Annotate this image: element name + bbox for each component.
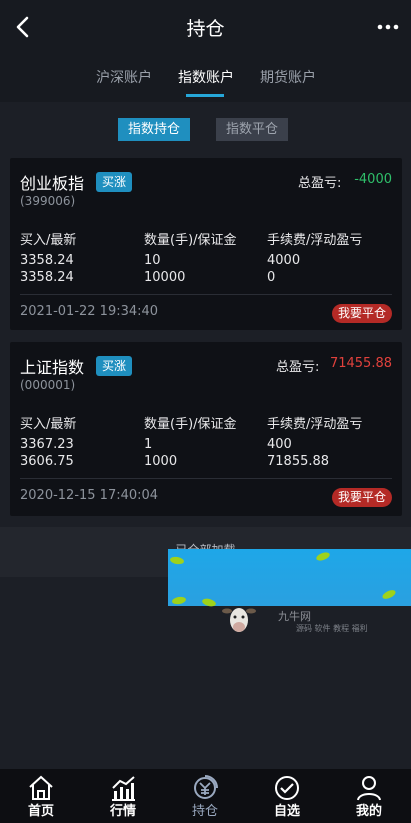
col-header-price: 买入/最新 — [20, 233, 77, 248]
buy-price: 3367.23 — [20, 437, 74, 452]
tab-hushen-account[interactable]: 沪深账户 — [96, 67, 152, 87]
nav-market[interactable]: 行情 — [82, 769, 164, 823]
leaf-decoration — [381, 588, 397, 601]
nav-label: 行情 — [109, 804, 136, 819]
col-header-price: 买入/最新 — [20, 417, 77, 432]
position-card: 创业板指 买涨 (399006) 总盈亏: -4000 买入/最新 数量(手)/… — [10, 158, 402, 330]
user-icon — [357, 776, 381, 801]
direction-badge: 买涨 — [96, 172, 133, 192]
floating-pl: 71855.88 — [267, 454, 330, 469]
watermark: 九牛网 源码 软件 教程 福利 — [222, 603, 411, 643]
leaf-decoration — [315, 550, 331, 563]
watermark-subtitle: 源码 软件 教程 福利 — [296, 624, 368, 633]
page-title: 持仓 — [186, 18, 225, 40]
buy-price: 3358.24 — [20, 253, 74, 268]
more-dots-icon — [377, 24, 399, 30]
margin: 1000 — [144, 454, 178, 469]
index-name: 上证指数 — [20, 358, 85, 377]
total-pl-label: 总盈亏: — [276, 360, 320, 375]
nav-positions[interactable]: 持仓 — [164, 769, 246, 823]
leaf-decoration — [171, 595, 187, 606]
subtab-index-holdings[interactable]: 指数持仓 — [118, 118, 191, 141]
bottom-nav: 首页 行情 持仓 自选 我的 — [0, 769, 411, 823]
quantity: 1 — [144, 437, 153, 452]
check-circle-icon — [275, 776, 299, 800]
nav-watchlist[interactable]: 自选 — [246, 769, 328, 823]
more-button[interactable] — [377, 18, 399, 36]
total-pl-value: -4000 — [354, 172, 392, 187]
position-card: 上证指数 买涨 (000001) 总盈亏: 71455.88 买入/最新 数量(… — [10, 342, 402, 516]
quantity: 10 — [144, 253, 161, 268]
chart-icon — [112, 776, 135, 801]
leaf-decoration — [201, 597, 217, 608]
close-position-button[interactable]: 我要平仓 — [331, 488, 392, 507]
nav-label: 首页 — [27, 804, 54, 819]
position-icon — [194, 775, 218, 799]
nav-home[interactable]: 首页 — [0, 769, 82, 823]
index-code: (000001) — [20, 378, 76, 392]
active-tab-indicator — [186, 94, 224, 97]
ad-banner[interactable] — [168, 549, 411, 608]
latest-price: 3606.75 — [20, 454, 74, 469]
leaf-decoration — [169, 555, 185, 566]
tab-index-account[interactable]: 指数账户 — [178, 67, 234, 87]
col-header-quantity: 数量(手)/保证金 — [144, 233, 237, 248]
index-name: 创业板指 — [20, 174, 85, 193]
header-bar: 持仓 — [0, 0, 411, 54]
latest-price: 3358.24 — [20, 270, 74, 285]
tab-futures-account[interactable]: 期货账户 — [260, 67, 316, 87]
fee: 400 — [267, 437, 292, 452]
floating-pl: 0 — [267, 270, 276, 285]
col-header-fee: 手续费/浮动盈亏 — [267, 233, 363, 248]
divider — [20, 294, 392, 295]
home-icon — [29, 775, 53, 800]
subtab-index-closed[interactable]: 指数平仓 — [216, 118, 289, 141]
col-header-fee: 手续费/浮动盈亏 — [267, 417, 363, 432]
margin: 10000 — [144, 270, 186, 285]
total-pl-value: 71455.88 — [329, 356, 392, 371]
cow-logo-icon — [222, 608, 256, 632]
watermark-title: 九牛网 — [278, 610, 311, 623]
sub-tabs: 指数持仓 指数平仓 — [0, 118, 411, 144]
close-position-button[interactable]: 我要平仓 — [331, 304, 392, 323]
col-header-quantity: 数量(手)/保证金 — [144, 417, 237, 432]
nav-label: 自选 — [273, 804, 300, 819]
fee: 4000 — [267, 253, 301, 268]
direction-badge: 买涨 — [96, 356, 133, 376]
nav-label: 持仓 — [191, 804, 218, 819]
total-pl-label: 总盈亏: — [298, 176, 342, 191]
nav-label: 我的 — [355, 804, 382, 819]
open-time: 2020-12-15 17:40:04 — [20, 488, 159, 503]
divider — [20, 478, 392, 479]
nav-mine[interactable]: 我的 — [328, 769, 410, 823]
index-code: (399006) — [20, 194, 76, 208]
open-time: 2021-01-22 19:34:40 — [20, 304, 159, 319]
